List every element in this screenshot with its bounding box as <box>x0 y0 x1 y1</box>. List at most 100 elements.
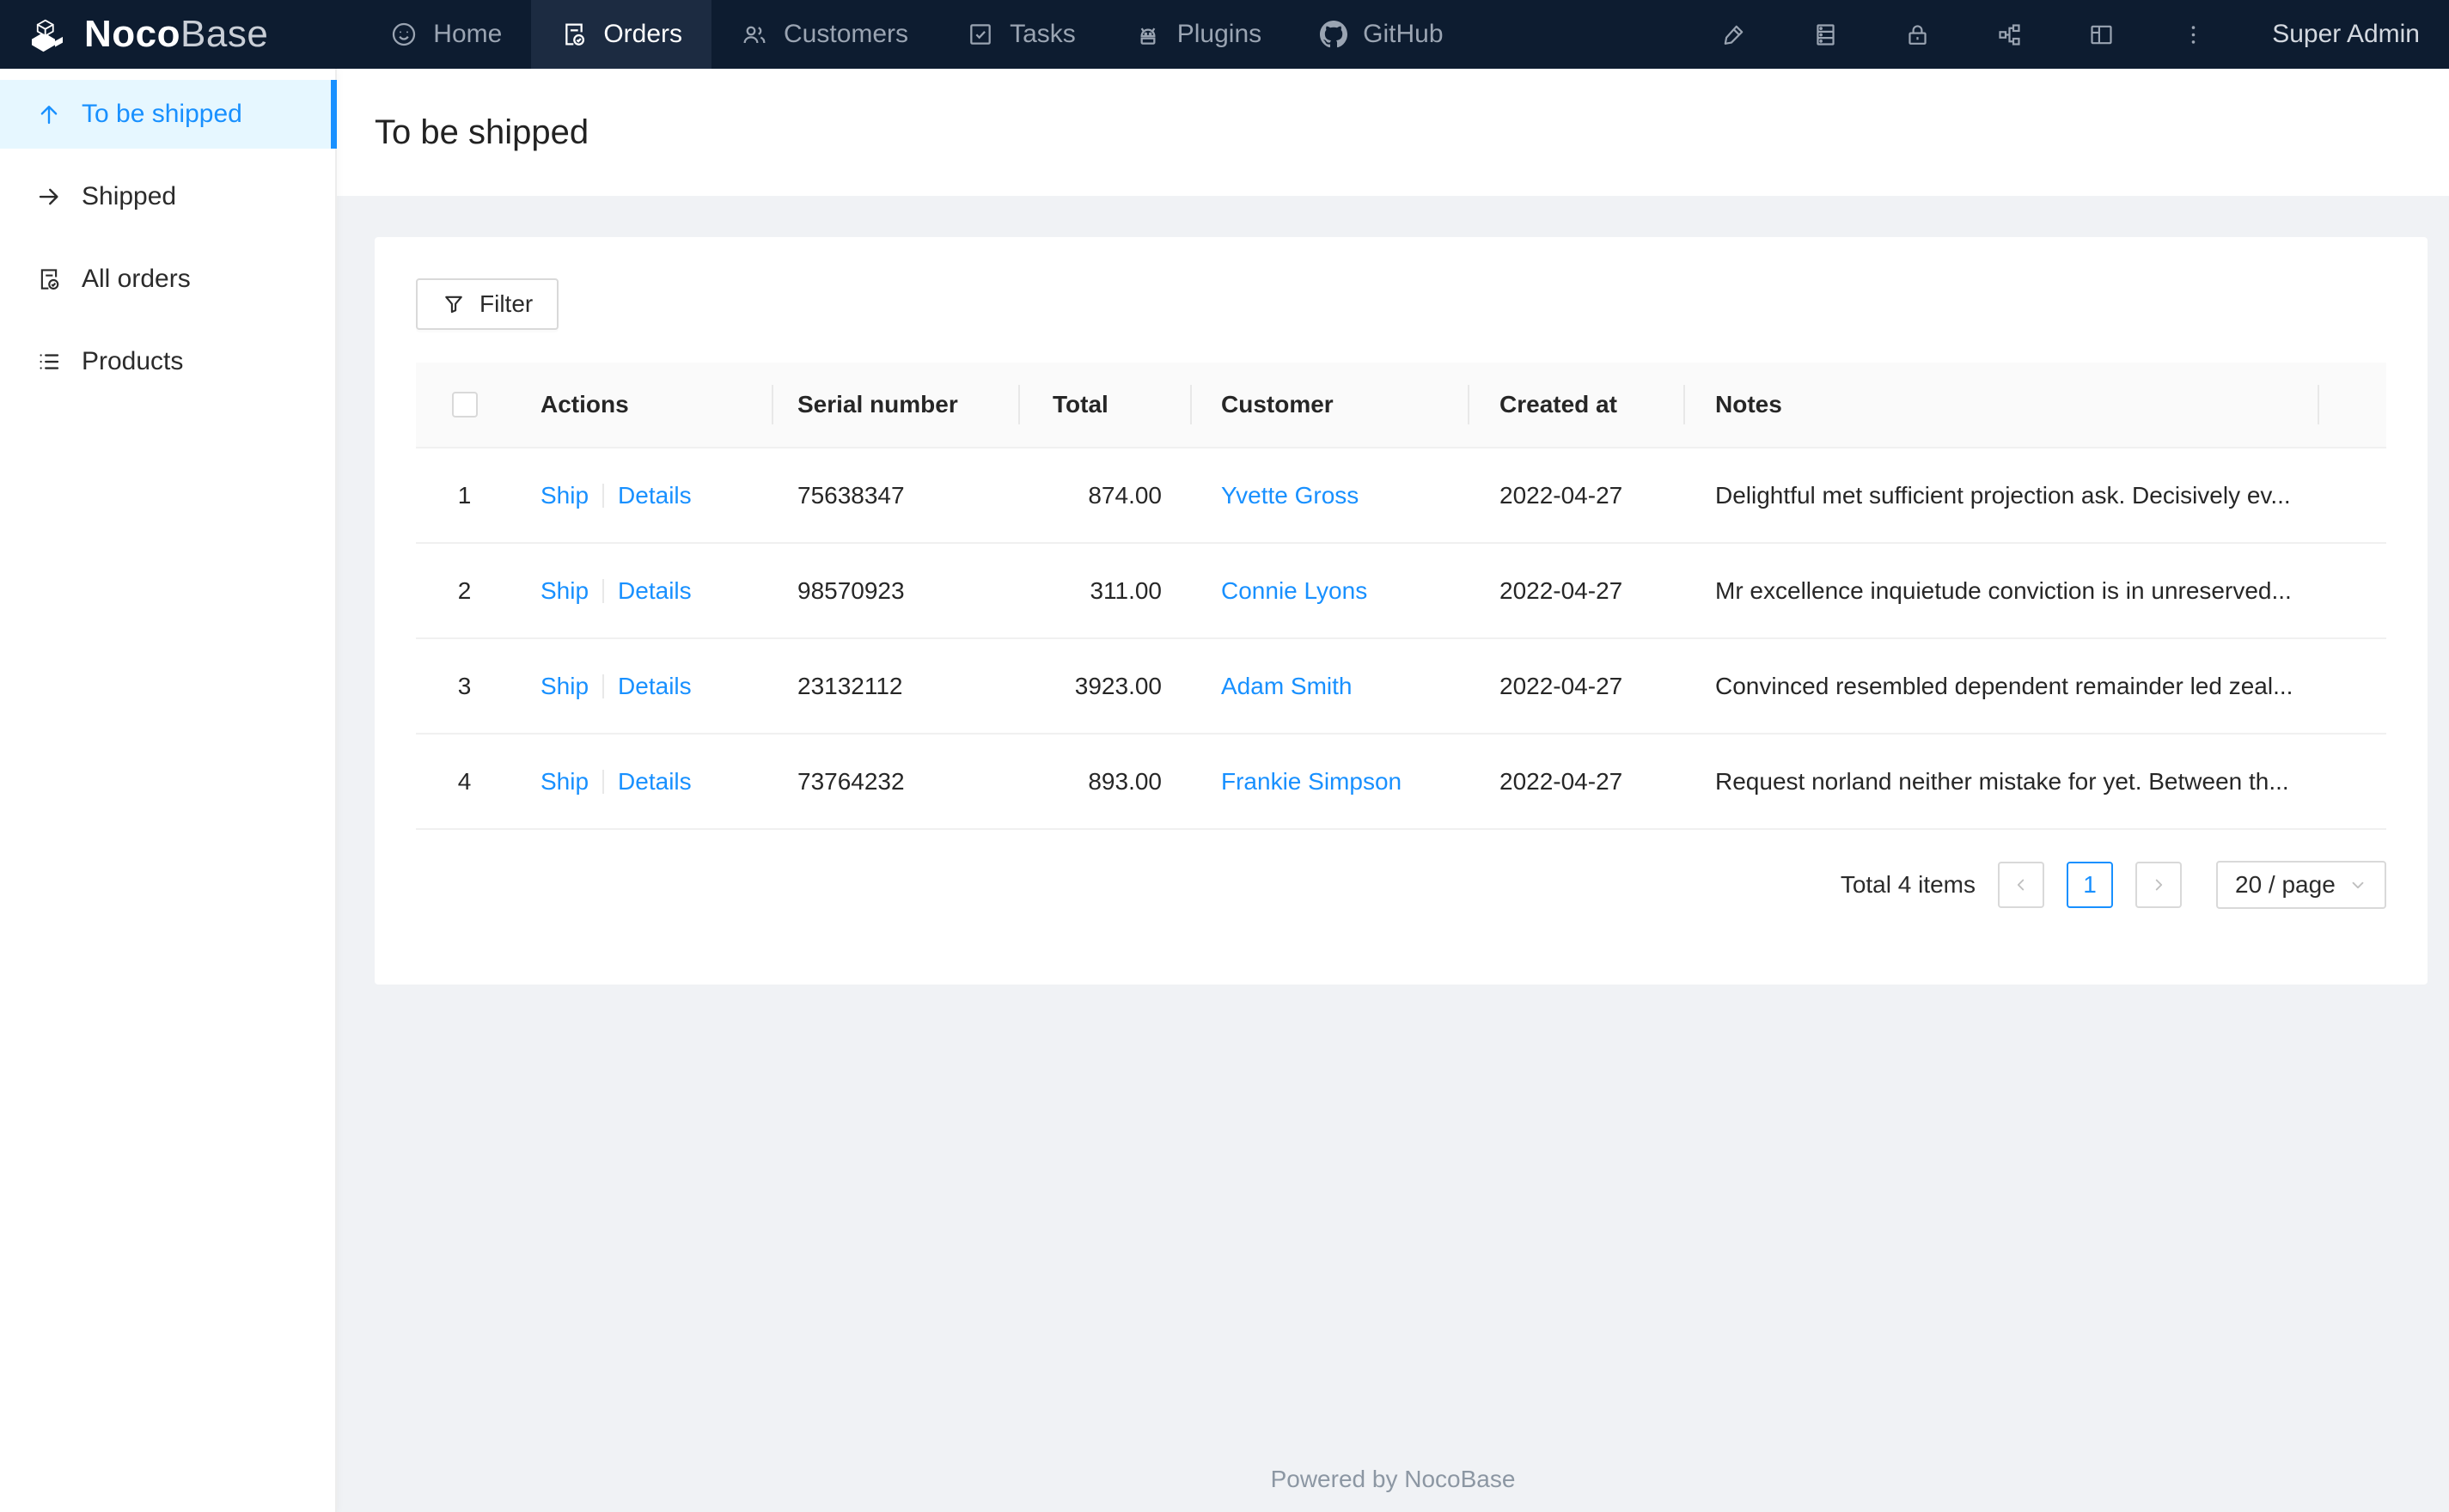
android-icon <box>1140 27 1156 45</box>
notes-cell: Delightful met sufficient projection ask… <box>1715 481 2291 509</box>
content-area: Filter Actions Serial number Total Custo… <box>337 196 2449 1512</box>
column-header-total: Total <box>1018 363 1190 447</box>
created-at-cell: 2022-04-27 <box>1499 481 1623 509</box>
serial-cell: 73764232 <box>797 767 905 795</box>
page-size-select[interactable]: 20 / page <box>2216 861 2386 909</box>
next-page-button[interactable] <box>2135 862 2182 908</box>
total-cell: 893.00 <box>1088 767 1162 795</box>
arrow-right-icon <box>39 188 58 205</box>
unordered-list-icon <box>40 354 59 369</box>
action-divider <box>602 578 605 603</box>
check-square-icon <box>970 24 991 45</box>
customer-link[interactable]: Connie Lyons <box>1221 577 1367 605</box>
sidebar-item-to-be-shipped[interactable]: To be shipped <box>0 80 337 149</box>
chevron-down-icon <box>2352 881 2364 889</box>
row-index: 4 <box>457 767 472 795</box>
sidebar-item-products[interactable]: Products <box>0 327 335 396</box>
column-header-actions: Actions <box>540 391 629 418</box>
sidebar-item-all-orders[interactable]: All orders <box>0 245 335 314</box>
database-icon[interactable] <box>1812 21 1839 48</box>
chevron-left-icon <box>2017 879 2025 891</box>
notes-cell: Mr excellence inquietude conviction is i… <box>1715 576 2292 604</box>
table-header-row: Actions Serial number Total Customer Cre… <box>416 363 2386 448</box>
main-area: To be shipped Filter Actions Serial numb… <box>337 0 2449 1512</box>
row-index: 3 <box>457 672 472 699</box>
table-row: 4 Ship Details 73764232 893.00 Frankie S… <box>416 735 2386 830</box>
lock-icon[interactable] <box>1904 21 1931 48</box>
customer-link[interactable]: Adam Smith <box>1221 673 1353 700</box>
table-row: 1 Ship Details 75638347 874.00 Yvette Gr… <box>416 448 2386 544</box>
nav-item-orders[interactable]: Orders <box>531 0 712 69</box>
column-header-customer: Customer <box>1190 363 1468 447</box>
column-header-spacer <box>2318 363 2386 447</box>
total-cell: 311.00 <box>1090 576 1162 604</box>
notes-cell: Request norland neither mistake for yet.… <box>1715 767 2289 795</box>
smile-icon <box>393 22 416 46</box>
customer-link[interactable]: Yvette Gross <box>1221 482 1359 509</box>
prev-page-button[interactable] <box>1998 862 2044 908</box>
file-done-icon <box>40 269 59 290</box>
file-done-icon <box>565 23 585 46</box>
page-1-button[interactable]: 1 <box>2067 862 2113 908</box>
orders-table: Actions Serial number Total Customer Cre… <box>416 363 2386 830</box>
action-divider <box>602 483 605 508</box>
serial-cell: 23132112 <box>797 672 903 699</box>
table-row: 3 Ship Details 23132112 3923.00 Adam Smi… <box>416 639 2386 735</box>
nav-item-plugins[interactable]: Plugins <box>1105 0 1291 69</box>
user-menu[interactable]: Super Admin <box>2272 20 2420 49</box>
brand-text: NocoBase <box>84 13 269 55</box>
top-navbar: NocoBase Home Orders Customers Tasks Plu… <box>0 0 2449 69</box>
pagination: Total 4 items 1 20 / page <box>416 861 2386 909</box>
column-header-serial-number: Serial number <box>772 363 1018 447</box>
nocobase-logo[interactable]: NocoBase <box>0 11 297 58</box>
customer-link[interactable]: Frankie Simpson <box>1221 768 1402 796</box>
action-divider <box>602 674 605 698</box>
orders-card: Filter Actions Serial number Total Custo… <box>375 237 2428 985</box>
ship-link[interactable]: Ship <box>540 673 589 700</box>
column-header-notes: Notes <box>1683 363 2318 447</box>
row-index: 2 <box>457 576 472 604</box>
serial-cell: 75638347 <box>797 481 905 509</box>
sidebar: To be shipped Shipped All orders Product… <box>0 69 337 1512</box>
ship-link[interactable]: Ship <box>540 482 589 509</box>
nav-item-customers[interactable]: Customers <box>711 0 937 69</box>
pagination-total: Total 4 items <box>1840 871 1976 898</box>
created-at-cell: 2022-04-27 <box>1499 672 1623 699</box>
page-header: To be shipped <box>337 69 2449 196</box>
chevron-right-icon <box>2155 879 2163 891</box>
total-cell: 3923.00 <box>1074 672 1162 699</box>
total-cell: 874.00 <box>1088 481 1162 509</box>
created-at-cell: 2022-04-27 <box>1499 767 1623 795</box>
filter-icon <box>445 296 462 314</box>
layout-icon[interactable] <box>2088 21 2115 48</box>
logo-cube-icon <box>32 19 63 52</box>
details-link[interactable]: Details <box>618 673 692 700</box>
nav-item-github[interactable]: GitHub <box>1291 0 1472 69</box>
column-header-created-at: Created at <box>1468 363 1683 447</box>
ship-link[interactable]: Ship <box>540 577 589 605</box>
main-menu: Home Orders Customers Tasks Plugins GitH… <box>361 0 1472 69</box>
highlighter-icon[interactable] <box>1720 21 1747 48</box>
filter-button[interactable]: Filter <box>416 278 559 330</box>
created-at-cell: 2022-04-27 <box>1499 576 1623 604</box>
team-icon <box>743 26 766 44</box>
details-link[interactable]: Details <box>618 768 692 796</box>
page-title: To be shipped <box>375 113 589 151</box>
select-all-checkbox[interactable] <box>451 392 478 418</box>
table-row: 2 Ship Details 98570923 311.00 Connie Ly… <box>416 544 2386 639</box>
ship-link[interactable]: Ship <box>540 768 589 796</box>
row-index: 1 <box>457 481 472 509</box>
powered-by-footer: Powered by NocoBase <box>1270 1466 1516 1492</box>
page-size-value: 20 / page <box>2235 871 2336 898</box>
nav-item-tasks[interactable]: Tasks <box>937 0 1105 69</box>
more-icon[interactable] <box>2180 21 2207 48</box>
navbar-tools: Super Admin <box>1720 20 2449 49</box>
nav-item-home[interactable]: Home <box>361 0 531 69</box>
serial-cell: 98570923 <box>797 576 905 604</box>
sidebar-item-shipped[interactable]: Shipped <box>0 162 335 231</box>
details-link[interactable]: Details <box>618 577 692 605</box>
apartment-icon[interactable] <box>1996 21 2023 48</box>
arrow-up-icon <box>40 106 58 125</box>
action-divider <box>602 769 605 794</box>
details-link[interactable]: Details <box>618 482 692 509</box>
